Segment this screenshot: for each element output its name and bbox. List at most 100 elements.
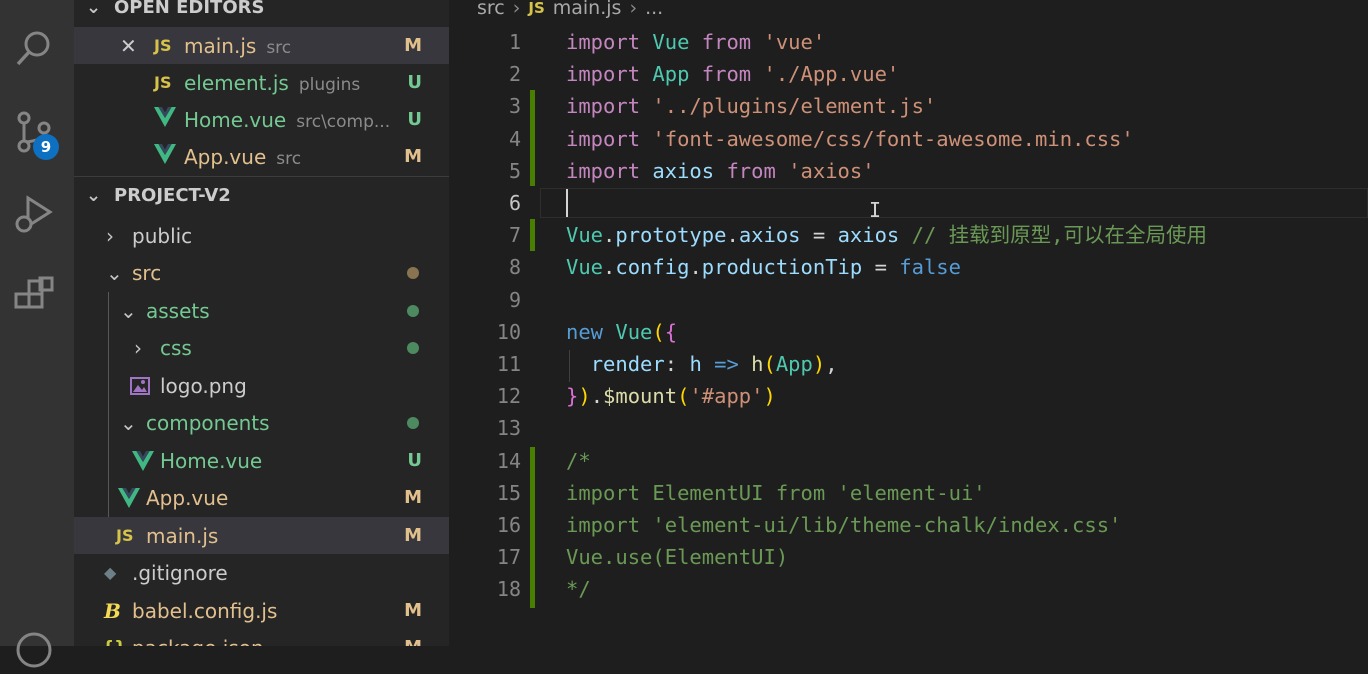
code-text: import 'element-ui/lib/theme-chalk/index… [566, 513, 1122, 537]
vue-file-icon [118, 488, 140, 513]
tree-folder[interactable]: ⌄ components [74, 404, 449, 441]
status-badge: U [407, 109, 422, 130]
tree-item-label: package.json [132, 636, 264, 647]
code-text: Vue.use(ElementUI) [566, 545, 789, 570]
open-editor-desc: src\comp... [296, 111, 391, 132]
status-badge: U [407, 72, 422, 93]
open-editors-header[interactable]: ⌄ OPEN EDITORS [74, 0, 449, 26]
code-line[interactable]: 4 import 'font-awesome/css/font-awesome.m… [449, 123, 1368, 155]
line-number: 17 [496, 545, 521, 570]
tree-folder[interactable]: ⌄ src [74, 254, 449, 291]
chevron-right-icon: › [106, 223, 114, 248]
untracked-dot [407, 304, 419, 317]
tree-folder[interactable]: › css [74, 329, 449, 366]
code-line[interactable]: 9 [449, 284, 1368, 316]
chevron-right-icon: › [629, 0, 638, 19]
code-editor[interactable]: src › JS main.js › ... 1 import Vue from … [449, 0, 1368, 646]
code-line[interactable]: 5 import axios from 'axios' [449, 155, 1368, 187]
tree-item-label: components [146, 410, 270, 435]
tree-item-label: .gitignore [132, 560, 228, 585]
mouse-ibeam-cursor: I [869, 198, 882, 222]
chevron-down-icon: ⌄ [86, 184, 102, 206]
close-icon[interactable]: ✕ [120, 34, 137, 58]
code-line[interactable]: 7 Vue.prototype.axios = axios // 挂载到原型,可以… [449, 219, 1368, 251]
code-line[interactable]: 1 import Vue from 'vue' [449, 26, 1368, 58]
project-header[interactable]: ⌄ PROJECT-V2 [74, 176, 449, 214]
activity-bar: 9 [0, 0, 74, 668]
code-line[interactable]: 13 [449, 412, 1368, 444]
js-file-icon: JS [154, 73, 172, 92]
git-file-icon: ◆ [104, 563, 117, 582]
code-line[interactable]: 12}).$mount('#app') [449, 380, 1368, 412]
code-line[interactable]: 17 Vue.use(ElementUI) [449, 541, 1368, 573]
untracked-dot [407, 416, 419, 429]
vue-file-icon [132, 451, 154, 476]
code-text: Vue.config.productionTip = false [566, 255, 961, 280]
tree-file[interactable]: logo.png [74, 367, 449, 404]
chevron-down-icon: ⌄ [106, 260, 123, 285]
tree-file[interactable]: Home.vue U [74, 442, 449, 479]
tree-file[interactable]: ◆ .gitignore [74, 554, 449, 591]
code-text: import '../plugins/element.js' [566, 94, 937, 119]
tree-item-label: Home.vue [160, 448, 263, 473]
line-number: 1 [508, 30, 521, 54]
accounts-icon[interactable] [10, 626, 58, 674]
status-badge: M [404, 637, 422, 646]
open-editor-item[interactable]: App.vue src M [74, 138, 449, 175]
code-text: */ [566, 577, 591, 602]
status-badge: M [404, 146, 422, 167]
code-text: Vue.prototype.axios = axios // 挂载到原型,可以在… [566, 223, 1207, 248]
code-line[interactable]: 14 /* [449, 445, 1368, 477]
code-line[interactable]: 2 import App from './App.vue' [449, 58, 1368, 90]
tree-item-label: App.vue [146, 485, 229, 510]
status-badge: U [407, 450, 422, 471]
tree-file[interactable]: App.vue M [74, 479, 449, 516]
code-line[interactable]: 10 new Vue({ [449, 316, 1368, 348]
line-number: 2 [508, 62, 521, 87]
tree-item-label: logo.png [160, 373, 247, 398]
code-line[interactable]: 8 Vue.config.productionTip = false [449, 251, 1368, 283]
line-number: 13 [496, 416, 521, 441]
code-text: /* [566, 448, 591, 473]
code-text: }).$mount('#app') [566, 384, 776, 409]
breadcrumb-symbol[interactable]: ... [645, 0, 663, 19]
tree-item-label: public [132, 223, 193, 248]
open-editor-item[interactable]: ✕ JS main.js src M [74, 27, 449, 64]
code-text: import ElementUI from 'element-ui' [566, 480, 986, 505]
tree-item-label: css [160, 335, 192, 360]
code-line[interactable]: 16 import 'element-ui/lib/theme-chalk/ind… [449, 509, 1368, 541]
tree-file[interactable]: {} package.json M [74, 629, 449, 647]
chevron-down-icon: ⌄ [120, 410, 137, 435]
tree-file[interactable]: JS main.js M [74, 517, 449, 554]
code-line[interactable]: 11 render: h => h(App), [449, 348, 1368, 380]
run-debug-icon[interactable] [10, 190, 58, 238]
open-editors-title: OPEN EDITORS [114, 0, 265, 18]
breadcrumb-file[interactable]: main.js [553, 0, 622, 19]
code-text: render: h => h(App), [590, 352, 838, 376]
extensions-icon[interactable] [10, 272, 58, 320]
search-icon[interactable] [10, 24, 58, 72]
code-line[interactable]: 6 [449, 187, 1368, 219]
line-number: 14 [496, 448, 521, 473]
code-line[interactable]: 15 import ElementUI from 'element-ui' [449, 477, 1368, 509]
status-badge: M [404, 487, 422, 508]
babel-file-icon: B [104, 598, 121, 623]
open-editor-name: Home.vue [184, 107, 287, 132]
code-line[interactable]: 18 */ [449, 573, 1368, 605]
code-line[interactable]: 3 import '../plugins/element.js' [449, 90, 1368, 122]
tree-file[interactable]: B babel.config.js M [74, 592, 449, 629]
code-text: import 'font-awesome/css/font-awesome.mi… [566, 126, 1134, 151]
open-editor-name: main.js [184, 33, 257, 58]
open-editor-item[interactable]: Home.vue src\comp... U [74, 101, 449, 138]
line-number: 6 [508, 191, 521, 215]
tree-item-label: babel.config.js [132, 598, 278, 623]
chevron-right-icon: › [134, 335, 142, 360]
open-editor-item[interactable]: JS element.js plugins U [74, 64, 449, 101]
vue-file-icon [154, 144, 184, 169]
tree-folder[interactable]: › public [74, 217, 449, 254]
untracked-dot [407, 341, 419, 354]
chevron-down-icon: ⌄ [120, 298, 137, 323]
tree-folder[interactable]: ⌄ assets [74, 292, 449, 329]
breadcrumb-folder[interactable]: src [477, 0, 505, 19]
open-editor-name: App.vue [184, 144, 267, 169]
